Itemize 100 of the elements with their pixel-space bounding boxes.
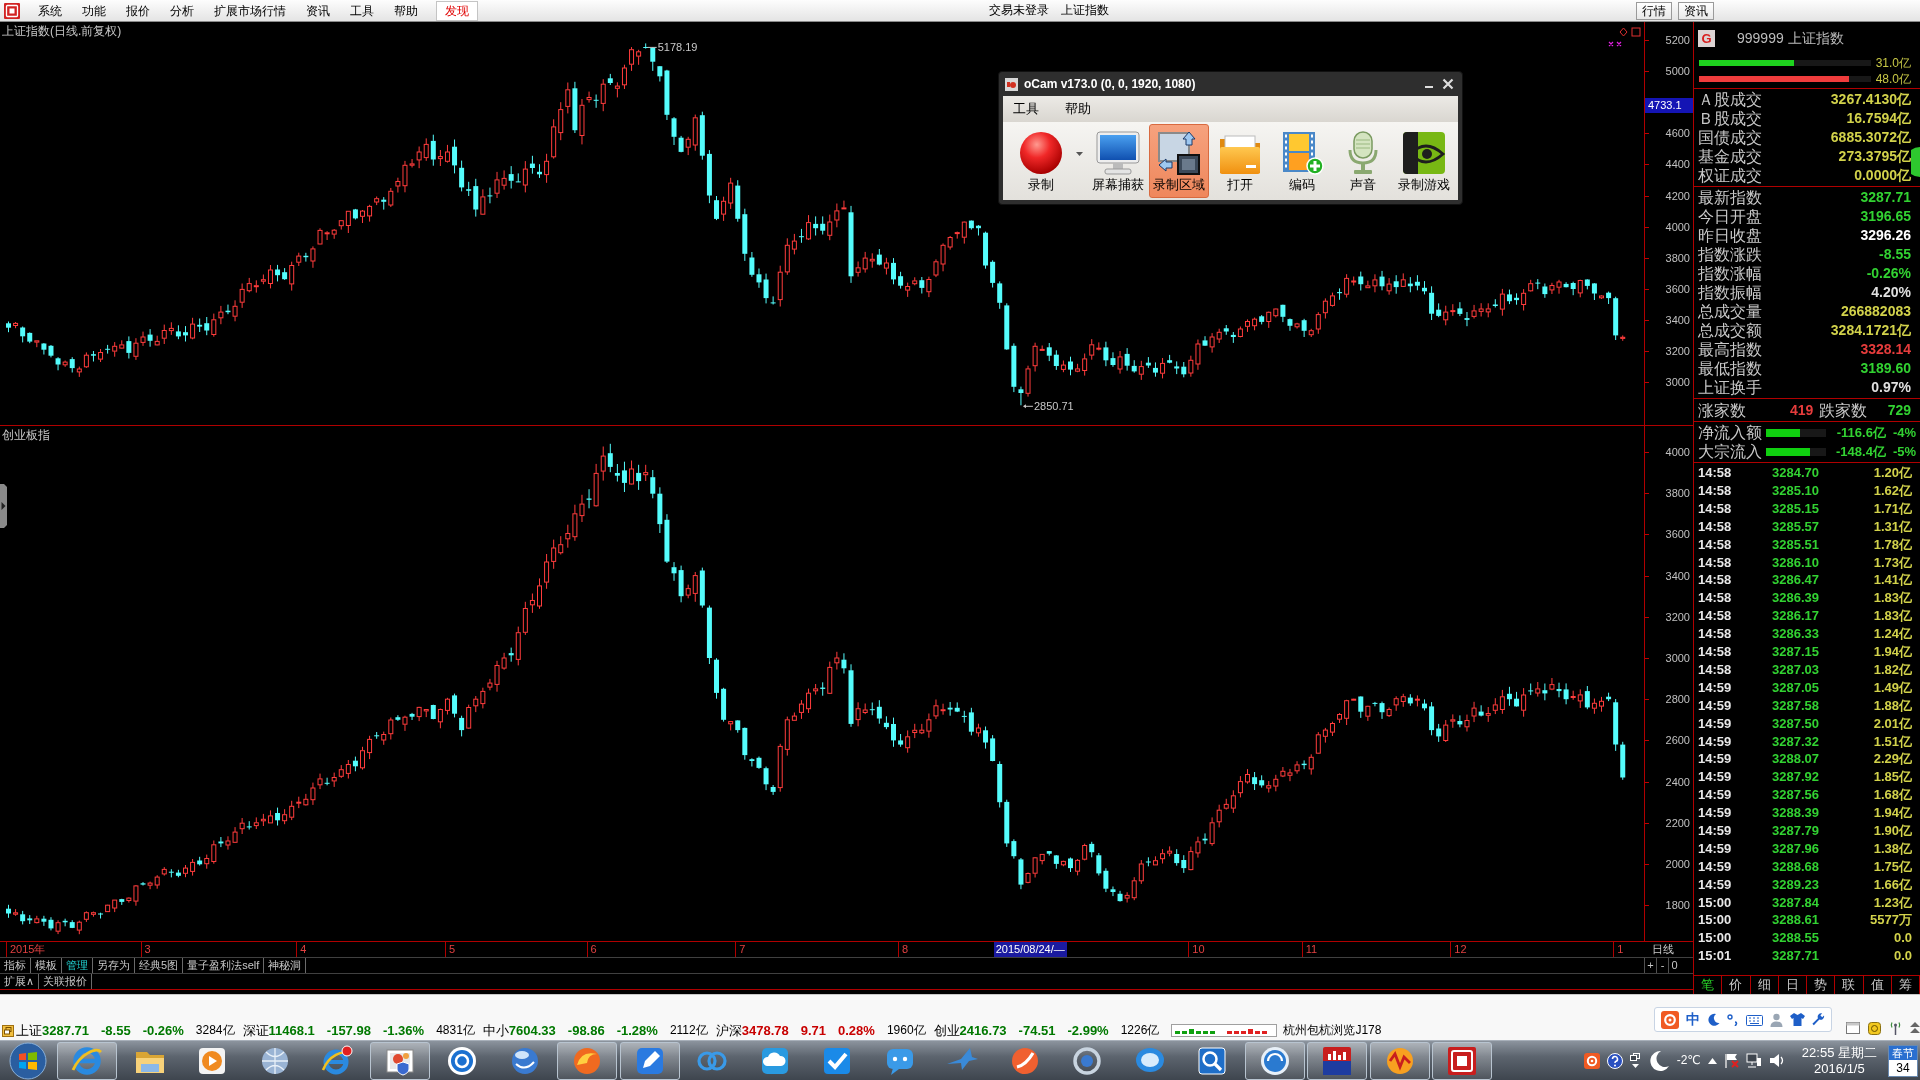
field-label: 今日开盘 [1697, 207, 1762, 226]
tool-tab[interactable]: 经典5图 [135, 958, 184, 973]
tick-price: 3286.33 [1772, 626, 1820, 642]
field-value: 6885.3072亿 [1830, 129, 1911, 146]
index-quote: 深证11468.1 [242, 1022, 315, 1039]
double-caret-up-icon[interactable] [1910, 1022, 1920, 1034]
taskbar-button[interactable] [557, 1041, 618, 1080]
menu-item[interactable]: 发现 [436, 0, 478, 21]
moon-icon[interactable] [1647, 1049, 1670, 1072]
menu-item[interactable]: 报价 [118, 1, 158, 20]
tool-tab[interactable]: 管理 [62, 958, 93, 973]
menu-item[interactable]: 扩展市场行情 [206, 1, 294, 20]
index-quote: 上证3287.71 [16, 1022, 89, 1039]
wrench-icon[interactable] [1812, 1013, 1825, 1026]
toolbar-button[interactable]: 声音 [1333, 124, 1393, 198]
taskbar-button[interactable] [619, 1041, 680, 1080]
help-icon[interactable] [1606, 1052, 1623, 1069]
shirt-icon[interactable] [1790, 1013, 1805, 1026]
chart-title: 上证指数(日线.前复权) [2, 24, 122, 39]
toolbar-button[interactable]: 屏幕捕获 [1088, 124, 1148, 198]
taskbar-button[interactable] [57, 1041, 118, 1080]
calendar-widget[interactable]: 春节 34 [1888, 1044, 1918, 1077]
tick-amount: 1.23亿 [1873, 894, 1912, 911]
menu-item[interactable]: 资讯 [298, 1, 338, 20]
taskbar-button[interactable] [1244, 1041, 1305, 1080]
menu-item[interactable]: 帮助 [1065, 101, 1091, 117]
tick-amount: 1.88亿 [1873, 697, 1912, 714]
toolbar-button[interactable]: 录制 [1011, 124, 1071, 198]
toolbar-button[interactable]: 录制游戏 [1394, 124, 1454, 198]
restore-icon[interactable] [2, 1024, 14, 1037]
tool-tab[interactable]: 量子盈利法self [183, 958, 265, 973]
flag-icon[interactable] [1723, 1053, 1739, 1068]
menu-item[interactable]: 工具 [342, 1, 382, 20]
field-value: 3189.60 [1860, 360, 1911, 377]
tool-tab[interactable]: 指标 [0, 958, 31, 973]
axis-label: 2400 [1665, 774, 1690, 789]
field-label: 国债成交 [1697, 128, 1762, 147]
index-quote: 中小7604.33 [482, 1022, 556, 1039]
flow-percent: -5% [1892, 443, 1916, 460]
close-icon[interactable] [1442, 78, 1454, 90]
tick-time: 14:58 [1697, 572, 1733, 589]
menu-item[interactable]: 功能 [74, 1, 114, 20]
zoom-button[interactable]: 0 [1668, 958, 1680, 973]
tick-amount: 5577万 [1870, 912, 1912, 928]
field-label: 最低指数 [1697, 359, 1762, 378]
tool-tab[interactable]: 模板 [31, 958, 62, 973]
tick-time: 14:59 [1697, 840, 1733, 857]
tick-time: 15:01 [1697, 948, 1733, 964]
taskbar-button[interactable] [1369, 1041, 1430, 1080]
menu-item[interactable]: 帮助 [386, 1, 426, 20]
tick-time: 14:59 [1697, 858, 1733, 875]
speaker-icon[interactable] [1768, 1053, 1785, 1068]
toolbar-button[interactable]: 打开 [1210, 124, 1271, 198]
toolbar-button[interactable]: 录制区域 [1149, 124, 1209, 198]
field-value: 0.97% [1871, 379, 1911, 396]
caret-up-icon[interactable] [1707, 1057, 1717, 1064]
restore-windows-icon[interactable] [1629, 1052, 1641, 1069]
app-logo-icon[interactable] [4, 2, 20, 19]
zoom-button[interactable]: - [1656, 958, 1668, 973]
index-percent: -1.36% [382, 1022, 425, 1039]
menu-item[interactable]: 系统 [30, 1, 70, 20]
network-icon[interactable] [1745, 1053, 1762, 1068]
taskbar-button[interactable] [369, 1041, 430, 1080]
g-toggle-button[interactable]: G [1698, 30, 1715, 47]
side-handle-icon[interactable] [0, 484, 7, 528]
tool-tab[interactable]: 另存为 [93, 958, 135, 973]
field-label: 涨家数 [1697, 400, 1746, 420]
toolbar-button[interactable]: 资讯 [1678, 1, 1714, 20]
panel-tab[interactable]: 关联报价 [39, 974, 93, 989]
tool-tab[interactable]: 神秘洞 [264, 958, 307, 973]
menu-item[interactable]: 工具 [1013, 101, 1039, 117]
taskbar-button[interactable] [1432, 1041, 1493, 1080]
tick-price: 3286.17 [1772, 608, 1820, 624]
toolbar-button[interactable]: 行情 [1636, 1, 1672, 20]
start-orb-icon[interactable] [9, 1041, 47, 1080]
keyboard-icon[interactable] [1746, 1013, 1763, 1026]
input-logo-icon[interactable] [1583, 1052, 1600, 1069]
field-label: 总成交额 [1697, 321, 1762, 340]
caret-down-icon[interactable] [1075, 152, 1083, 156]
tick-time: 14:59 [1697, 805, 1733, 821]
tick-price: 3287.50 [1772, 715, 1820, 732]
antenna-icon[interactable] [1889, 1021, 1902, 1035]
input-logo-icon[interactable] [1661, 1010, 1679, 1029]
tick-price: 3288.61 [1772, 912, 1820, 928]
axis-label: 3600 [1665, 527, 1690, 542]
input-mode-toggle[interactable]: 中 [1686, 1011, 1700, 1028]
moon-icon[interactable] [1707, 1013, 1720, 1026]
menu-item[interactable]: 分析 [162, 1, 202, 20]
coin-icon[interactable] [1868, 1021, 1881, 1035]
leader-arrow [1022, 404, 1034, 409]
tick-time: 15:00 [1697, 894, 1733, 911]
tick-amount: 1.85亿 [1873, 769, 1912, 785]
window-icon[interactable] [1846, 1022, 1860, 1034]
zoom-button[interactable]: + [1644, 958, 1656, 973]
toolbar-button[interactable]: 编码 [1272, 124, 1332, 198]
diamond-square-icon[interactable] [1619, 27, 1641, 37]
taskbar-button[interactable] [1307, 1041, 1368, 1080]
panel-tab[interactable]: 扩展∧ [0, 974, 40, 989]
index-amount: 1960亿 [886, 1023, 926, 1038]
punctuation-icon[interactable] [1727, 1013, 1739, 1026]
